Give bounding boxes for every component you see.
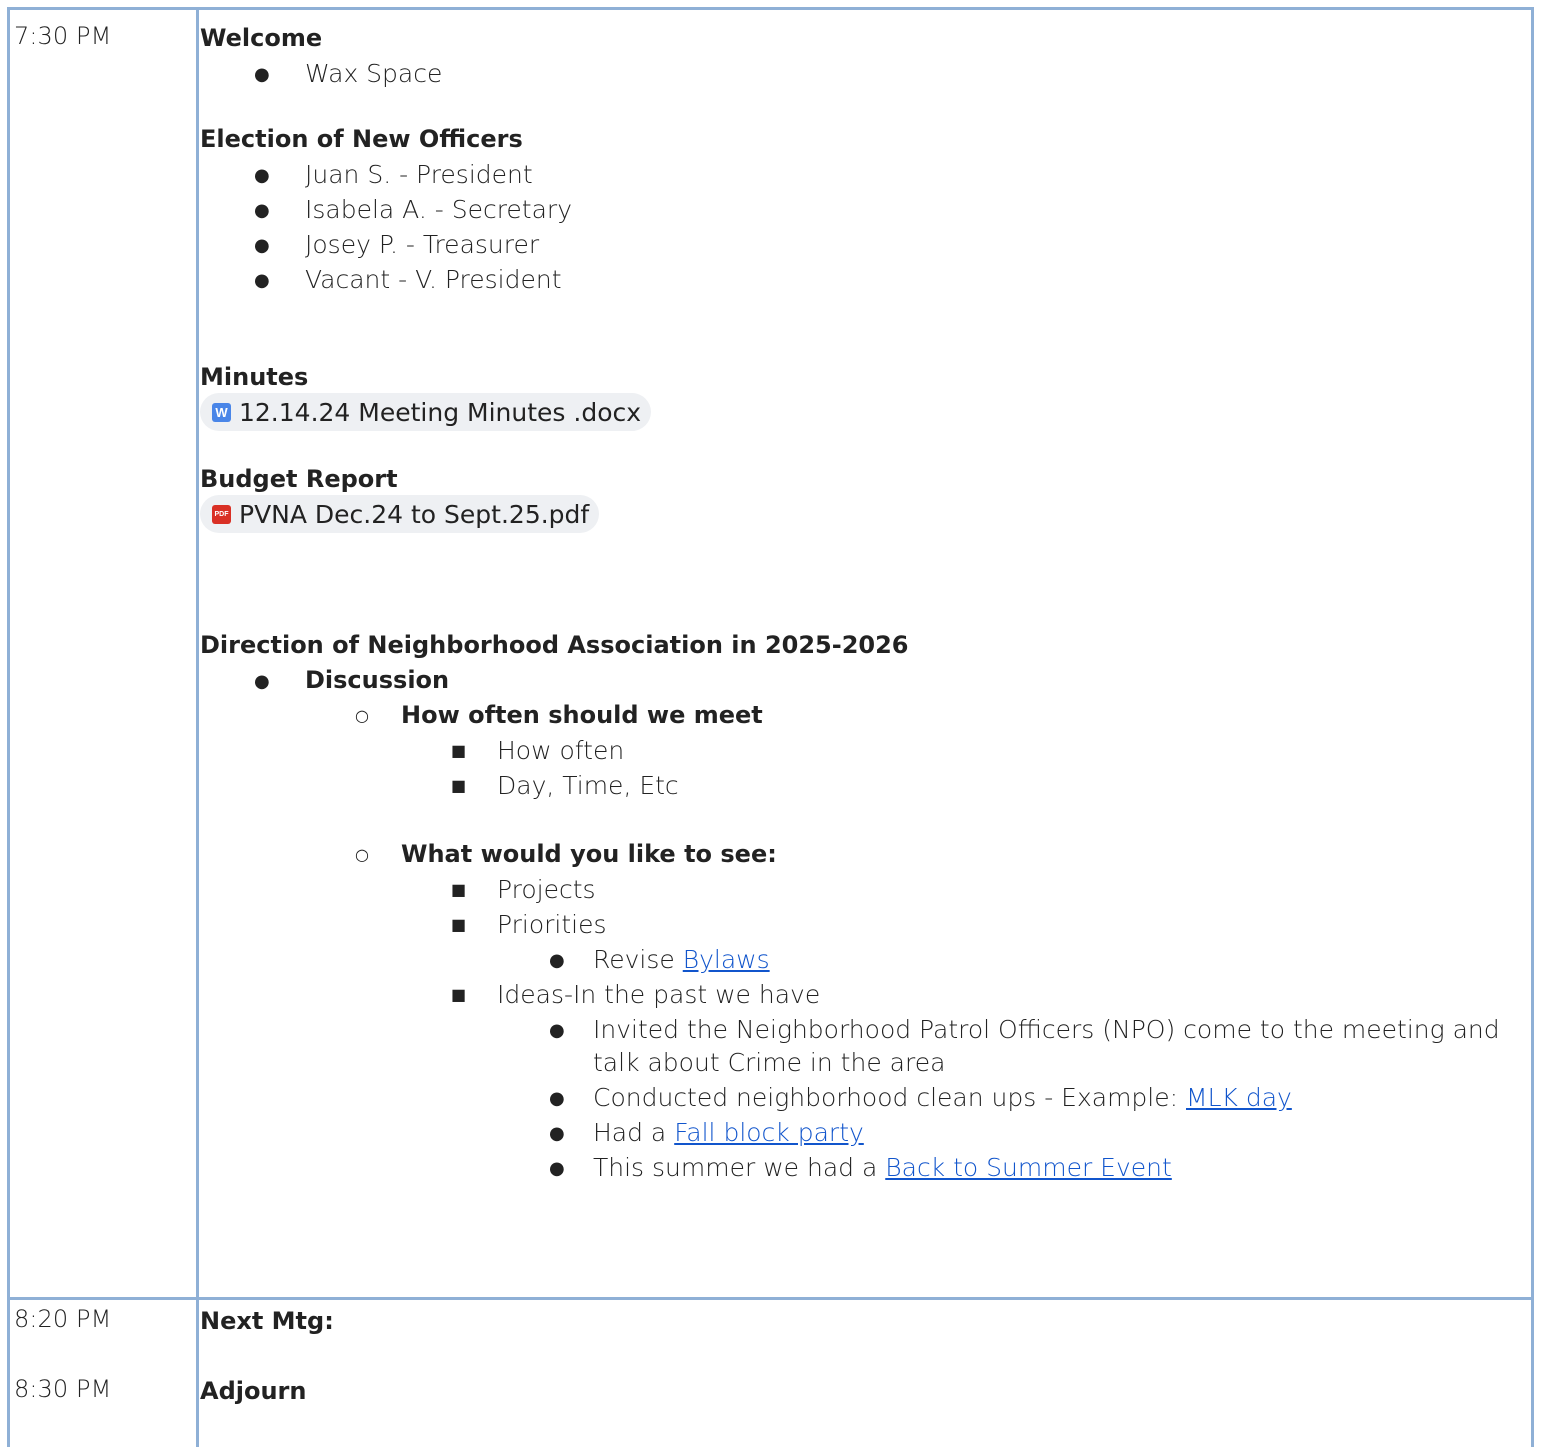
bullet-dot: ● <box>549 1088 565 1109</box>
see-item-projects: Projects <box>497 875 596 904</box>
welcome-item: Wax Space <box>305 59 443 88</box>
bullet-dot: ● <box>254 200 270 221</box>
idea-item: Invited the Neighborhood Patrol Officers… <box>593 1015 1500 1044</box>
discussion-label: Discussion <box>305 666 450 694</box>
revise-item: Revise Bylaws <box>593 942 770 977</box>
officer-item: Vacant - V. President <box>305 265 562 294</box>
bullet-square: ■ <box>451 741 467 760</box>
bullet-dot: ● <box>254 270 270 291</box>
idea4-prefix: This summer we had a <box>593 1153 886 1182</box>
idea-item: Conducted neighborhood clean ups - Examp… <box>593 1080 1292 1115</box>
idea2-prefix: Conducted neighborhood clean ups - Examp… <box>593 1083 1186 1112</box>
officer-item: Josey P. - Treasurer <box>305 230 540 259</box>
minutes-file-chip[interactable]: W 12.14.24 Meeting Minutes .docx <box>200 393 652 431</box>
column-divider <box>196 10 199 1447</box>
meet-item: How often <box>497 736 625 765</box>
time-cell-2: 8:20 PM <box>14 1305 112 1333</box>
bylaws-link[interactable]: Bylaws <box>683 945 770 974</box>
minutes-file-name: 12.14.24 Meeting Minutes .docx <box>239 397 642 427</box>
word-doc-icon: W <box>212 402 231 422</box>
row-divider <box>10 1297 1531 1300</box>
bullet-dot: ● <box>254 235 270 256</box>
meet-item: Day, Time, Etc <box>497 771 679 800</box>
bullet-dot: ● <box>549 1158 565 1179</box>
idea-item-continued: talk about Crime in the area <box>593 1048 946 1077</box>
bullet-dot: ● <box>549 1020 565 1041</box>
see-item-ideas: Ideas-In the past we have <box>497 980 821 1009</box>
time-cell-3: 8:30 PM <box>14 1375 112 1403</box>
mlk-day-link[interactable]: MLK day <box>1186 1083 1292 1112</box>
officer-item: Juan S. - President <box>305 160 533 189</box>
idea-item: This summer we had a Back to Summer Even… <box>593 1150 1172 1185</box>
time-cell-1: 7:30 PM <box>14 22 112 50</box>
back-to-summer-link[interactable]: Back to Summer Event <box>885 1153 1172 1182</box>
bullet-dot: ● <box>254 64 270 85</box>
welcome-heading: Welcome <box>200 24 323 52</box>
meet-heading: How often should we meet <box>401 701 763 729</box>
bullet-dot: ● <box>254 165 270 186</box>
bullet-square: ■ <box>451 985 467 1004</box>
pdf-icon: PDF <box>212 504 231 524</box>
bullet-square: ■ <box>451 776 467 795</box>
officer-item: Isabela A. - Secretary <box>305 195 573 224</box>
direction-heading: Direction of Neighborhood Association in… <box>200 631 909 659</box>
agenda-table <box>7 7 1534 1447</box>
bullet-dot: ● <box>549 950 565 971</box>
election-heading: Election of New Officers <box>200 125 523 153</box>
budget-heading: Budget Report <box>200 465 398 493</box>
budget-file-name: PVNA Dec.24 to Sept.25.pdf <box>239 499 590 529</box>
fall-block-party-link[interactable]: Fall block party <box>674 1118 864 1147</box>
bullet-square: ■ <box>451 880 467 899</box>
adjourn-heading: Adjourn <box>200 1377 307 1405</box>
next-meeting-heading: Next Mtg: <box>200 1307 334 1335</box>
bullet-dot: ● <box>549 1123 565 1144</box>
revise-prefix: Revise <box>593 945 683 974</box>
bullet-dot: ● <box>254 671 270 692</box>
budget-file-chip[interactable]: PDF PVNA Dec.24 to Sept.25.pdf <box>200 495 600 533</box>
bullet-circle: ○ <box>355 845 369 864</box>
idea-item: Had a Fall block party <box>593 1115 864 1150</box>
idea3-prefix: Had a <box>593 1118 675 1147</box>
see-item-priorities: Priorities <box>497 910 607 939</box>
bullet-square: ■ <box>451 915 467 934</box>
bullet-circle: ○ <box>355 706 369 725</box>
minutes-heading: Minutes <box>200 363 309 391</box>
see-heading: What would you like to see: <box>401 840 777 868</box>
